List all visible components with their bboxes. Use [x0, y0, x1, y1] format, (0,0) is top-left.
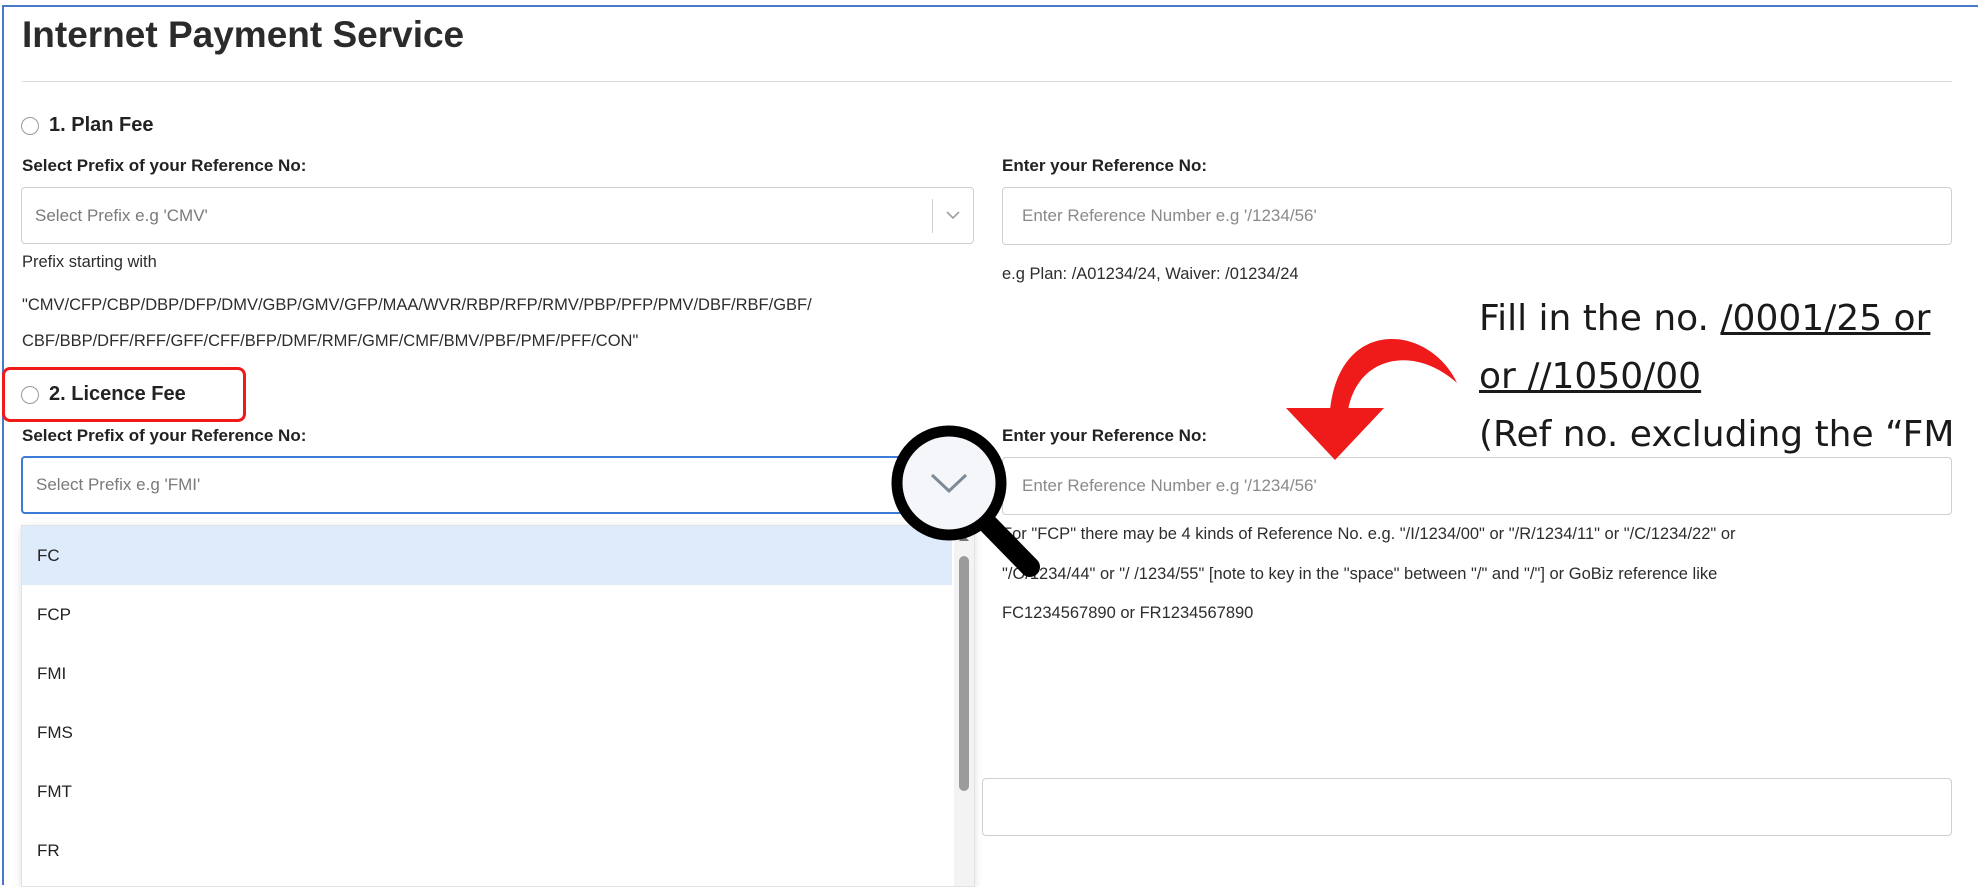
licence-prefix-placeholder: Select Prefix e.g 'FMI'	[36, 475, 201, 494]
additional-input-field[interactable]	[982, 778, 1952, 836]
plan-prefix-label: Select Prefix of your Reference No:	[22, 156, 307, 175]
plan-prefix-placeholder: Select Prefix e.g 'CMV'	[35, 205, 208, 225]
scroll-thumb[interactable]	[959, 556, 969, 791]
radio-plan-fee[interactable]: 1. Plan Fee	[21, 114, 154, 137]
dropdown-option[interactable]: FCP	[22, 585, 952, 644]
dropdown-option[interactable]: FMI	[22, 644, 952, 703]
dropdown-option[interactable]: FC	[22, 526, 952, 585]
prefix-dropdown-list[interactable]: FC FCP FMI FMS FMT FR	[21, 525, 975, 887]
radio-licence-fee-label: 2. Licence Fee	[49, 383, 186, 405]
magnifier-icon	[891, 425, 1040, 577]
radio-circle[interactable]	[21, 116, 39, 135]
licence-ref-note-1: For "FCP" there may be 4 kinds of Refere…	[1002, 525, 1736, 543]
chevron-down-icon[interactable]	[933, 211, 973, 220]
annotation-line-3: (Ref no. excluding the “FM	[1479, 414, 1955, 455]
licence-ref-note-2: "/O/1234/44" or "/ /1234/55" [note to ke…	[1002, 565, 1718, 583]
curved-arrow-icon	[1286, 338, 1457, 460]
licence-prefix-label: Select Prefix of your Reference No:	[22, 426, 307, 445]
page-title: Internet Payment Service	[22, 14, 465, 55]
plan-ref-label: Enter your Reference No:	[1002, 156, 1207, 175]
plan-ref-hint: e.g Plan: /A01234/24, Waiver: /01234/24	[1002, 265, 1299, 283]
radio-circle[interactable]	[21, 385, 39, 404]
annotation-line-1-a: Fill in the no.	[1479, 298, 1721, 339]
dropdown-option[interactable]: FMT	[22, 762, 952, 821]
dropdown-option[interactable]: FR	[22, 821, 952, 880]
licence-prefix-select[interactable]: Select Prefix e.g 'FMI'	[21, 456, 973, 514]
radio-plan-fee-label: 1. Plan Fee	[49, 114, 154, 136]
dropdown-option[interactable]: FMS	[22, 703, 952, 762]
plan-ref-input[interactable]	[1002, 187, 1952, 245]
licence-ref-input[interactable]	[1002, 457, 1952, 515]
annotation-line-1-b: /0001/25 or	[1720, 298, 1931, 339]
plan-prefix-note-1: Prefix starting with	[22, 253, 157, 271]
plan-prefix-select[interactable]: Select Prefix e.g 'CMV'	[21, 187, 974, 244]
annotation-line-2: or //1050/00	[1479, 348, 1954, 406]
annotation-line-2-text: or //1050/00	[1479, 356, 1702, 397]
licence-ref-note-3: FC1234567890 or FR1234567890	[1002, 604, 1254, 622]
plan-prefix-note-2: "CMV/CFP/CBP/DBP/DFP/DMV/GBP/GMV/GFP/MAA…	[22, 296, 812, 314]
annotation-text: Fill in the no. /0001/25 or or //1050/00…	[1479, 290, 1954, 464]
annotation-line-1: Fill in the no. /0001/25 or	[1479, 290, 1954, 348]
title-divider	[22, 81, 1952, 82]
radio-licence-fee[interactable]: 2. Licence Fee	[21, 383, 186, 406]
plan-prefix-note-3: CBF/BBP/DFF/RFF/GFF/CFF/BFP/DMF/RMF/GMF/…	[22, 332, 639, 350]
